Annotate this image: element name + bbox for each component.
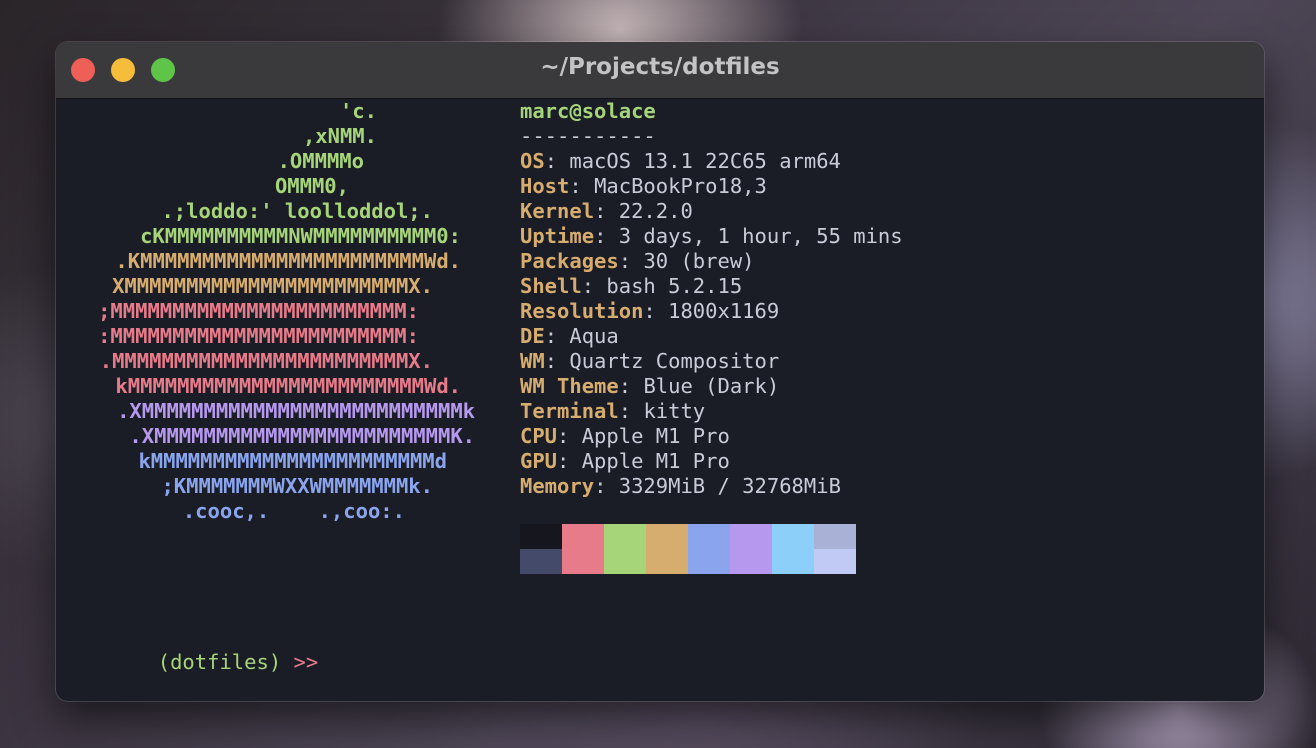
logo-line: OMMM0,	[274, 174, 349, 198]
terminal-window[interactable]: ~/Projects/dotfiles 'c. ,xNMM. .OMMMMo OMMM…	[56, 42, 1264, 701]
info-value: Blue (Dark)	[643, 374, 780, 398]
info-key-separator: :	[557, 424, 582, 448]
logo-line: XMMMMMMMMMMMMMMMMMMMMMMMX.	[112, 274, 433, 298]
info-value: kitty	[643, 399, 706, 423]
palette-swatch-bright	[688, 549, 730, 574]
info-value: MacBookPro18,3	[594, 174, 767, 198]
user-host: marc@solace	[520, 99, 656, 123]
info-row: Terminal: kitty	[520, 399, 705, 424]
palette-swatch-bright	[772, 549, 814, 574]
info-key-separator: :	[544, 149, 570, 173]
info-key-separator: :	[569, 174, 595, 198]
info-key-separator: :	[581, 274, 607, 298]
logo-line: :MMMMMMMMMMMMMMMMMMMMMMMM:	[98, 324, 419, 348]
info-key-separator: :	[557, 449, 582, 473]
logo-line: .KMMMMMMMMMMMMMMMMMMMMMMMWd.	[115, 249, 461, 273]
palette-swatch-normal	[562, 524, 604, 549]
palette-swatch-normal	[646, 524, 688, 549]
info-value: 22.2.0	[618, 199, 693, 223]
info-value: macOS 13.1 22C65 arm64	[569, 149, 841, 173]
info-key: CPU	[520, 424, 558, 448]
info-key: Packages	[520, 249, 619, 273]
info-key: Resolution	[520, 299, 644, 323]
info-key: GPU	[520, 449, 558, 473]
info-value: 3329MiB / 32768MiB	[618, 474, 841, 498]
info-key: Host	[520, 174, 570, 198]
separator-line: -----------	[520, 124, 656, 148]
palette-swatch-bright	[730, 549, 772, 574]
info-row: Kernel: 22.2.0	[520, 199, 693, 224]
info-key-separator: :	[544, 324, 570, 348]
info-row: CPU: Apple M1 Pro	[520, 424, 730, 449]
palette-swatch-normal	[814, 524, 856, 549]
palette-swatch-bright	[814, 549, 856, 574]
info-value: 30 (brew)	[643, 249, 755, 273]
info-value: Aqua	[569, 324, 619, 348]
info-key-separator: :	[618, 374, 644, 398]
info-key: DE	[520, 324, 545, 348]
info-row: WM: Quartz Compositor	[520, 349, 779, 374]
logo-line: 'c.	[339, 99, 377, 123]
info-key: OS	[520, 149, 545, 173]
logo-line: kMMMMMMMMMMMMMMMMMMMMMMMd	[138, 449, 447, 473]
logo-line: kMMMMMMMMMMMMMMMMMMMMMMMMWd.	[115, 374, 461, 398]
info-key-separator: :	[643, 299, 669, 323]
info-key: Kernel	[520, 199, 595, 223]
info-key-separator: :	[618, 399, 644, 423]
info-key-separator: :	[544, 349, 570, 373]
palette-swatch-normal	[730, 524, 772, 549]
info-row: WM Theme: Blue (Dark)	[520, 374, 779, 399]
logo-line: ;MMMMMMMMMMMMMMMMMMMMMMMM:	[98, 299, 419, 323]
info-row: OS: macOS 13.1 22C65 arm64	[520, 149, 841, 174]
prompt-env-name: (dotfiles)	[157, 650, 282, 674]
info-value: bash 5.2.15	[606, 274, 743, 298]
info-value: 3 days, 1 hour, 55 mins	[618, 224, 903, 248]
shell-prompt[interactable]: (dotfiles) >>	[59, 625, 318, 674]
palette-swatch-normal	[604, 524, 646, 549]
logo-line: ;KMMMMMMMWXXWMMMMMMMk.	[161, 474, 433, 498]
palette-swatch-normal	[772, 524, 814, 549]
palette-swatch-normal	[688, 524, 730, 549]
logo-line: .OMMMMo	[277, 149, 364, 173]
info-key-separator: :	[594, 199, 619, 223]
desktop-wallpaper: ~/Projects/dotfiles 'c. ,xNMM. .OMMMMo OMMM…	[0, 0, 1316, 748]
logo-line: ,xNMM.	[302, 124, 377, 148]
logo-line: .XMMMMMMMMMMMMMMMMMMMMMMMMK.	[129, 424, 475, 448]
palette-swatch-bright	[562, 549, 604, 574]
info-key-separator: :	[594, 474, 619, 498]
info-row: Shell: bash 5.2.15	[520, 274, 742, 299]
palette-swatch-bright	[520, 549, 562, 574]
info-row: Memory: 3329MiB / 32768MiB	[520, 474, 841, 499]
logo-line: .cooc,. .,coo:.	[182, 499, 405, 523]
info-value: 1800x1169	[668, 299, 780, 323]
info-value: Quartz Compositor	[569, 349, 780, 373]
logo-line: cKMMMMMMMMMMNWMMMMMMMMMM0:	[140, 224, 461, 248]
palette-swatch-normal	[520, 524, 562, 549]
info-key: Memory	[520, 474, 595, 498]
info-row: Uptime: 3 days, 1 hour, 55 mins	[520, 224, 903, 249]
prompt-arrow: >>	[293, 650, 319, 674]
palette-swatch-bright	[646, 549, 688, 574]
logo-line: .XMMMMMMMMMMMMMMMMMMMMMMMMMMk	[117, 399, 475, 423]
info-key: Uptime	[520, 224, 595, 248]
info-row: DE: Aqua	[520, 324, 619, 349]
terminal-content[interactable]: 'c. ,xNMM. .OMMMMo OMMM0, .;loddo:' loollodd…	[56, 99, 1264, 701]
info-row: GPU: Apple M1 Pro	[520, 449, 730, 474]
info-row: Resolution: 1800x1169	[520, 299, 779, 324]
title-bar[interactable]: ~/Projects/dotfiles	[56, 42, 1264, 99]
palette-swatch-bright	[604, 549, 646, 574]
logo-line: .;loddo:' loolloddol;.	[161, 199, 433, 223]
info-key: Shell	[520, 274, 582, 298]
info-key: WM Theme	[520, 374, 619, 398]
window-title: ~/Projects/dotfiles	[540, 54, 780, 80]
info-key: Terminal	[520, 399, 619, 423]
info-row: Packages: 30 (brew)	[520, 249, 755, 274]
info-value: Apple M1 Pro	[581, 449, 730, 473]
info-key: WM	[520, 349, 545, 373]
info-key-separator: :	[618, 249, 644, 273]
info-value: Apple M1 Pro	[581, 424, 730, 448]
info-key-separator: :	[594, 224, 619, 248]
logo-line: .MMMMMMMMMMMMMMMMMMMMMMMMX.	[99, 349, 433, 373]
info-row: Host: MacBookPro18,3	[520, 174, 767, 199]
